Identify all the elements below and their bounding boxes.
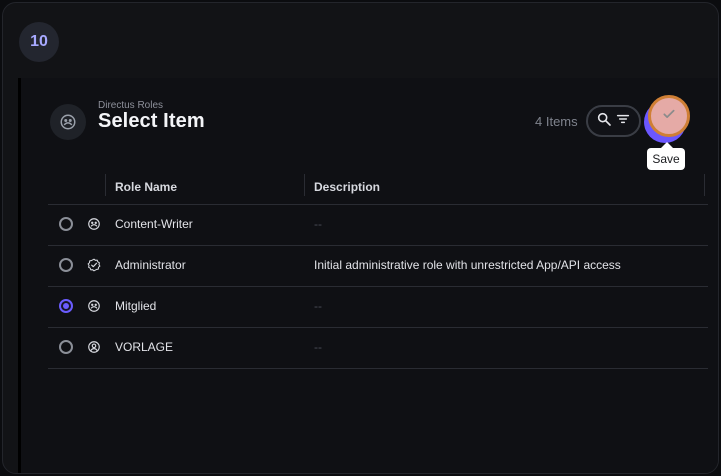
role-name: Mitglied — [115, 299, 157, 313]
column-separator — [704, 174, 705, 196]
account-circle-icon — [87, 340, 101, 354]
check-icon — [661, 106, 677, 127]
step-badge: 10 — [19, 22, 59, 62]
verified-icon — [87, 258, 101, 272]
search-filter-button[interactable] — [586, 105, 641, 137]
radio-select-mitglied[interactable] — [59, 299, 73, 313]
table-row[interactable]: VORLAGE -- — [48, 328, 708, 369]
filter-icon-graphic — [616, 114, 630, 123]
role-description: Initial administrative role with unrestr… — [314, 258, 621, 272]
column-separator — [105, 174, 106, 196]
save-button[interactable] — [648, 95, 690, 137]
column-header-description[interactable]: Description — [314, 180, 380, 194]
search-icon[interactable] — [596, 111, 612, 132]
search-icon-graphic — [597, 112, 611, 126]
radio-select-administrator[interactable] — [59, 258, 73, 272]
table-row[interactable]: Mitglied -- — [48, 287, 708, 328]
radio-select-vorlage[interactable] — [59, 340, 73, 354]
user-group-icon — [87, 299, 101, 313]
table-row[interactable]: Administrator Initial administrative rol… — [48, 246, 708, 287]
check-icon-graphic — [663, 109, 675, 118]
role-avatar-icon-graphic — [60, 114, 76, 130]
page-title: Select Item — [98, 110, 205, 132]
role-name: Content-Writer — [115, 217, 193, 231]
role-description: -- — [314, 217, 322, 231]
user-group-icon — [87, 217, 101, 231]
role-description: -- — [314, 340, 322, 354]
role-name: VORLAGE — [115, 340, 174, 354]
save-tooltip: Save — [647, 148, 685, 170]
item-count: 4 Items — [535, 114, 578, 129]
role-avatar-icon — [50, 104, 86, 140]
account-circle-icon-graphic — [88, 341, 100, 353]
table-row[interactable]: Content-Writer -- — [48, 205, 708, 246]
table-header: Role Name Description — [48, 172, 708, 205]
column-separator — [304, 174, 305, 196]
screen-frame: 10 Directus Roles Select Item 4 Items Sa… — [2, 2, 719, 474]
user-group-icon-graphic — [88, 218, 100, 230]
user-group-icon-graphic — [88, 300, 100, 312]
filter-icon[interactable] — [615, 111, 631, 132]
select-item-drawer: Directus Roles Select Item 4 Items Save … — [18, 78, 718, 473]
verified-icon-graphic — [87, 258, 101, 272]
column-header-role-name[interactable]: Role Name — [115, 180, 177, 194]
role-name: Administrator — [115, 258, 186, 272]
roles-table: Role Name Description Content-Writer -- — [48, 172, 708, 369]
role-description: -- — [314, 299, 322, 313]
radio-select-content-writer[interactable] — [59, 217, 73, 231]
